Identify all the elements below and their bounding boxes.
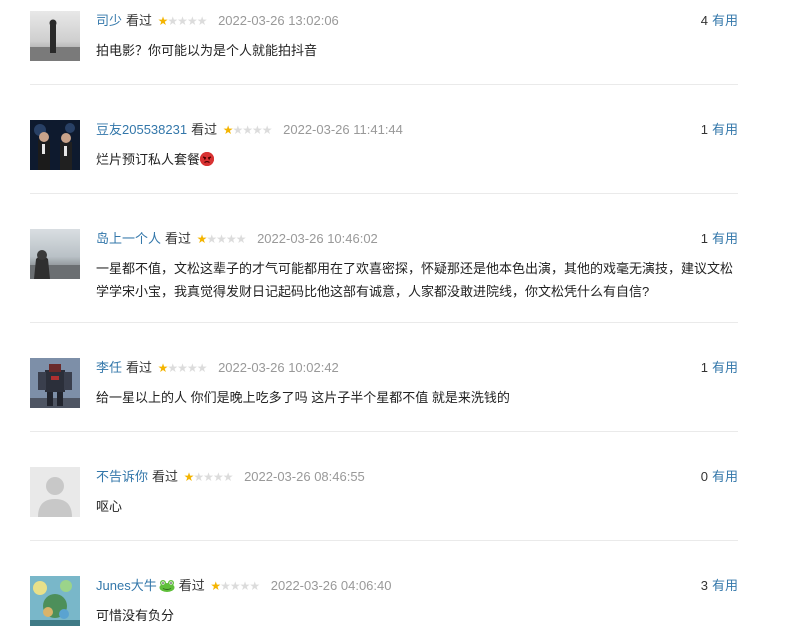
- comment-text: 拍电影？你可能以为是个人就能拍抖音: [96, 43, 318, 58]
- rating-stars: ★★★★★: [196, 232, 247, 246]
- avatar[interactable]: [30, 358, 80, 408]
- avatar[interactable]: [30, 229, 80, 279]
- avatar[interactable]: [30, 576, 80, 626]
- divider: [30, 431, 738, 432]
- username-link[interactable]: 不告诉你: [96, 469, 148, 484]
- rating-stars: ★★★★★: [157, 14, 208, 28]
- useful-button[interactable]: 有用: [712, 578, 738, 593]
- votes: 1 有用: [701, 230, 738, 248]
- votes: 1 有用: [701, 359, 738, 377]
- comment-meta: Junes大牛 看过 ★★★★★ 2022-03-26 04:06:40: [96, 577, 391, 595]
- vote-count: 1: [700, 122, 708, 137]
- comment-meta: 豆友205538231 看过 ★★★★★ 2022-03-26 11:41:44: [96, 121, 403, 139]
- watched-label: 看过: [126, 13, 153, 28]
- avatar[interactable]: [30, 120, 80, 170]
- avatar[interactable]: [30, 467, 80, 517]
- frog-icon: [159, 580, 175, 592]
- watched-label: 看过: [126, 360, 153, 375]
- comment-text: 呕心: [96, 499, 123, 514]
- watched-label: 看过: [178, 578, 205, 593]
- votes: 4 有用: [701, 12, 738, 30]
- divider: [30, 540, 738, 541]
- useful-button[interactable]: 有用: [712, 231, 738, 246]
- comment-meta: 司少 看过 ★★★★★ 2022-03-26 13:02:06: [96, 12, 339, 30]
- divider: [30, 322, 738, 323]
- comment-time: 2022-03-26 04:06:40: [270, 578, 392, 593]
- username-link[interactable]: Junes大牛: [96, 578, 157, 593]
- rating-stars: ★★★★★: [210, 579, 260, 593]
- avatar[interactable]: [30, 11, 80, 61]
- watched-label: 看过: [165, 231, 192, 246]
- angry-face-icon: [200, 152, 215, 166]
- comment-text: 给一星以上的人 你们是晚上吃多了吗 这片子半个星都不值 就是来洗钱的: [96, 390, 510, 405]
- votes: 3 有用: [701, 577, 738, 595]
- comment-time: 2022-03-26 13:02:06: [218, 13, 339, 28]
- vote-count: 4: [700, 13, 708, 28]
- useful-button[interactable]: 有用: [712, 469, 738, 484]
- vote-count: 3: [700, 578, 708, 593]
- divider: [30, 193, 738, 194]
- votes: 1 有用: [701, 121, 738, 139]
- comment-meta: 李任 看过 ★★★★★ 2022-03-26 10:02:42: [96, 359, 339, 377]
- username-link[interactable]: 司少: [96, 13, 122, 28]
- comment-text: 烂片预订私人套餐: [96, 148, 741, 171]
- votes: 0 有用: [701, 468, 738, 486]
- vote-count: 1: [700, 231, 708, 246]
- comment-time: 2022-03-26 10:46:02: [257, 231, 378, 246]
- comment-text: 可惜没有负分: [96, 608, 175, 623]
- comment-time: 2022-03-26 11:41:44: [283, 122, 403, 137]
- watched-label: 看过: [152, 469, 179, 484]
- comment-time: 2022-03-26 10:02:42: [218, 360, 339, 375]
- username-link[interactable]: 豆友205538231: [96, 122, 187, 137]
- comment-text: 一星都不值，文松这辈子的才气可能都用在了欢喜密探，怀疑那还是他本色出演，其他的戏…: [96, 261, 734, 299]
- username-link[interactable]: 岛上一个人: [96, 231, 161, 246]
- comment-meta: 不告诉你 看过 ★★★★★ 2022-03-26 08:46:55: [96, 468, 365, 486]
- vote-count: 1: [700, 360, 708, 375]
- useful-button[interactable]: 有用: [712, 122, 738, 137]
- rating-stars: ★★★★★: [157, 361, 208, 375]
- divider: [30, 84, 738, 85]
- username-link[interactable]: 李任: [96, 360, 122, 375]
- comment-meta: 岛上一个人 看过 ★★★★★ 2022-03-26 10:46:02: [96, 230, 378, 248]
- vote-count: 0: [700, 469, 708, 484]
- comment-text-body: 烂片预订私人套餐: [96, 152, 201, 167]
- rating-stars: ★★★★★: [183, 470, 234, 484]
- rating-stars: ★★★★★: [222, 123, 273, 137]
- watched-label: 看过: [191, 122, 218, 137]
- useful-button[interactable]: 有用: [712, 360, 738, 375]
- useful-button[interactable]: 有用: [712, 13, 738, 28]
- comment-time: 2022-03-26 08:46:55: [244, 469, 365, 484]
